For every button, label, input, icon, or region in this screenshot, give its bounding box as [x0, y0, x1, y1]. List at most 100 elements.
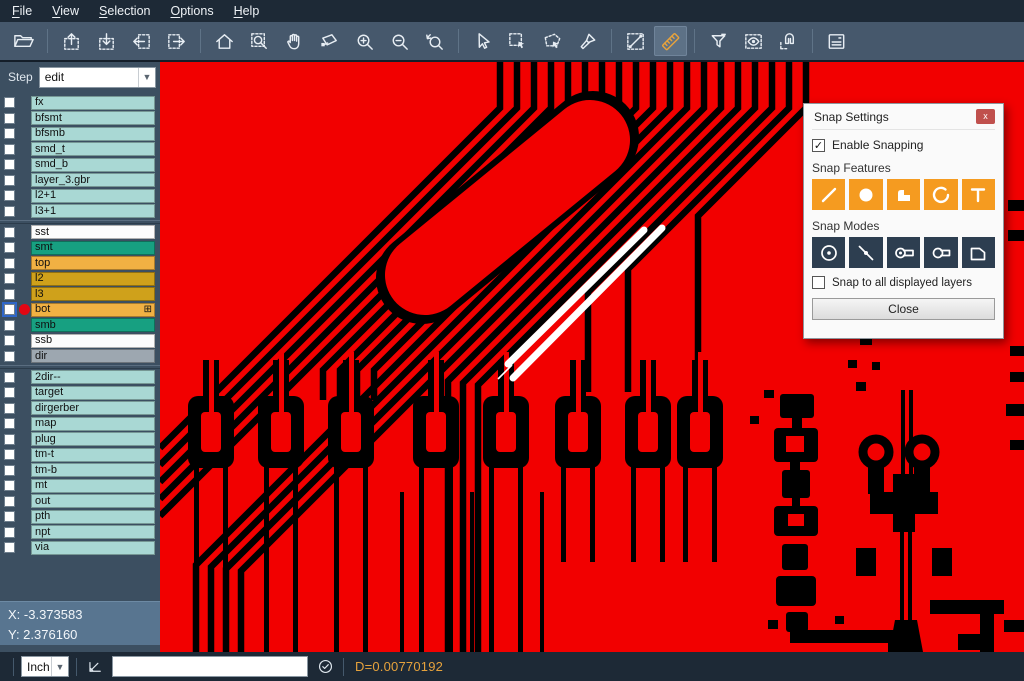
layer-checkbox-bfsmb[interactable]	[4, 128, 15, 139]
menu-options[interactable]: Options	[160, 0, 223, 22]
pan-hand-button[interactable]	[278, 26, 311, 56]
snap-all-layers-checkbox[interactable]	[812, 276, 825, 289]
snap-magnet-button[interactable]	[772, 26, 805, 56]
dialog-close-button[interactable]: x	[976, 109, 995, 124]
layer-checkbox-mt[interactable]	[4, 480, 15, 491]
zoom-out-button[interactable]	[383, 26, 416, 56]
text-snap-button[interactable]	[962, 179, 995, 210]
dialog-title-bar[interactable]: Snap Settings x	[812, 104, 995, 130]
layer-bar-tm-b[interactable]: tm-b	[31, 463, 155, 477]
layer-bar-l2[interactable]: l2	[31, 272, 155, 286]
select-poly-button[interactable]	[536, 26, 569, 56]
surface-snap-button[interactable]	[887, 179, 920, 210]
unit-dropdown[interactable]: Inch ▼	[21, 656, 69, 677]
layer-bar-pth[interactable]: pth	[31, 510, 155, 524]
layer-checkbox-map[interactable]	[4, 418, 15, 429]
layer-checkbox-dirgerber[interactable]	[4, 403, 15, 414]
layer-checkbox-smd_t[interactable]	[4, 144, 15, 155]
home-button[interactable]	[208, 26, 241, 56]
notes-form-button[interactable]	[820, 26, 853, 56]
layer-checkbox-via[interactable]	[4, 542, 15, 553]
layer-bar-top[interactable]: top	[31, 256, 155, 270]
layer-checkbox-dir[interactable]	[4, 351, 15, 362]
layer-checkbox-smb[interactable]	[4, 320, 15, 331]
layer-checkbox-npt[interactable]	[4, 527, 15, 538]
zoom-area-button[interactable]	[243, 26, 276, 56]
layer-bar-smt[interactable]: smt	[31, 241, 155, 255]
layer-bar-sst[interactable]: sst	[31, 225, 155, 239]
layer-checkbox-plug[interactable]	[4, 434, 15, 445]
layer-checkbox-smd_b[interactable]	[4, 159, 15, 170]
zoom-previous-button[interactable]	[418, 26, 451, 56]
layer-bar-l3[interactable]: l3	[31, 287, 155, 301]
layer-bar-bfsmb[interactable]: bfsmb	[31, 127, 155, 141]
layer-bar-smd_t[interactable]: smd_t	[31, 142, 155, 156]
history-check-icon[interactable]	[314, 656, 336, 678]
layer-bar-target[interactable]: target	[31, 386, 155, 400]
layer-bar-npt[interactable]: npt	[31, 525, 155, 539]
menu-selection[interactable]: Selection	[89, 0, 160, 22]
layer-checkbox-layer_3.gbr[interactable]	[4, 175, 15, 186]
menu-help[interactable]: Help	[224, 0, 270, 22]
layer-bar-tm-t[interactable]: tm-t	[31, 448, 155, 462]
select-rect-button[interactable]	[501, 26, 534, 56]
layer-checkbox-l2+1[interactable]	[4, 190, 15, 201]
layer-bar-via[interactable]: via	[31, 541, 155, 555]
midpoint-snap-button[interactable]	[849, 237, 882, 268]
pad-entry-snap-button[interactable]	[887, 237, 920, 268]
layer-checkbox-l3[interactable]	[4, 289, 15, 300]
clean-brush-button[interactable]	[571, 26, 604, 56]
zoom-in-button[interactable]	[348, 26, 381, 56]
center-snap-button[interactable]	[812, 237, 845, 268]
open-folder-button[interactable]	[7, 26, 40, 56]
layer-checkbox-pth[interactable]	[4, 511, 15, 522]
shift-left-button[interactable]	[125, 26, 158, 56]
circle-snap-button[interactable]	[849, 179, 882, 210]
layer-bar-layer_3.gbr[interactable]: layer_3.gbr	[31, 173, 155, 187]
contour-snap-button[interactable]	[962, 237, 995, 268]
ruler-button[interactable]	[654, 26, 687, 56]
layer-checkbox-tm-t[interactable]	[4, 449, 15, 460]
select-cursor-button[interactable]	[466, 26, 499, 56]
angle-corner-icon[interactable]	[84, 656, 106, 678]
layer-checkbox-l3+1[interactable]	[4, 206, 15, 217]
menu-view[interactable]: View	[42, 0, 89, 22]
layer-checkbox-fx[interactable]	[4, 97, 15, 108]
zoom-selection-button[interactable]	[313, 26, 346, 56]
layer-checkbox-target[interactable]	[4, 387, 15, 398]
close-button[interactable]: Close	[812, 298, 995, 320]
layer-checkbox-bot[interactable]	[4, 304, 15, 315]
layer-checkbox-bfsmt[interactable]	[4, 113, 15, 124]
layer-bar-smb[interactable]: smb	[31, 318, 155, 332]
step-dropdown[interactable]: edit ▼	[39, 67, 156, 88]
menu-file[interactable]: File	[2, 0, 42, 22]
layer-bar-plug[interactable]: plug	[31, 432, 155, 446]
layer-checkbox-l2[interactable]	[4, 273, 15, 284]
layer-bar-bfsmt[interactable]: bfsmt	[31, 111, 155, 125]
enable-snapping-checkbox[interactable]: ✓	[812, 139, 825, 152]
pad-snap-button[interactable]	[924, 237, 957, 268]
layer-checkbox-tm-b[interactable]	[4, 465, 15, 476]
layer-bar-out[interactable]: out	[31, 494, 155, 508]
layer-checkbox-out[interactable]	[4, 496, 15, 507]
shift-down-button[interactable]	[90, 26, 123, 56]
measure-line-button[interactable]	[619, 26, 652, 56]
layer-bar-2dir--[interactable]: 2dir--	[31, 370, 155, 384]
layer-bar-map[interactable]: map	[31, 417, 155, 431]
layer-bar-dir[interactable]: dir	[31, 349, 155, 363]
layer-bar-l2+1[interactable]: l2+1	[31, 189, 155, 203]
command-input[interactable]	[112, 656, 308, 677]
layer-checkbox-sst[interactable]	[4, 227, 15, 238]
shift-right-button[interactable]	[160, 26, 193, 56]
layer-checkbox-top[interactable]	[4, 258, 15, 269]
shift-up-button[interactable]	[55, 26, 88, 56]
line-snap-button[interactable]	[812, 179, 845, 210]
layer-checkbox-smt[interactable]	[4, 242, 15, 253]
layer-bar-bot[interactable]: bot⊞	[31, 303, 155, 317]
layer-bar-mt[interactable]: mt	[31, 479, 155, 493]
layer-checkbox-ssb[interactable]	[4, 335, 15, 346]
layer-bar-smd_b[interactable]: smd_b	[31, 158, 155, 172]
layer-bar-dirgerber[interactable]: dirgerber	[31, 401, 155, 415]
arc-snap-button[interactable]	[924, 179, 957, 210]
layer-bar-ssb[interactable]: ssb	[31, 334, 155, 348]
